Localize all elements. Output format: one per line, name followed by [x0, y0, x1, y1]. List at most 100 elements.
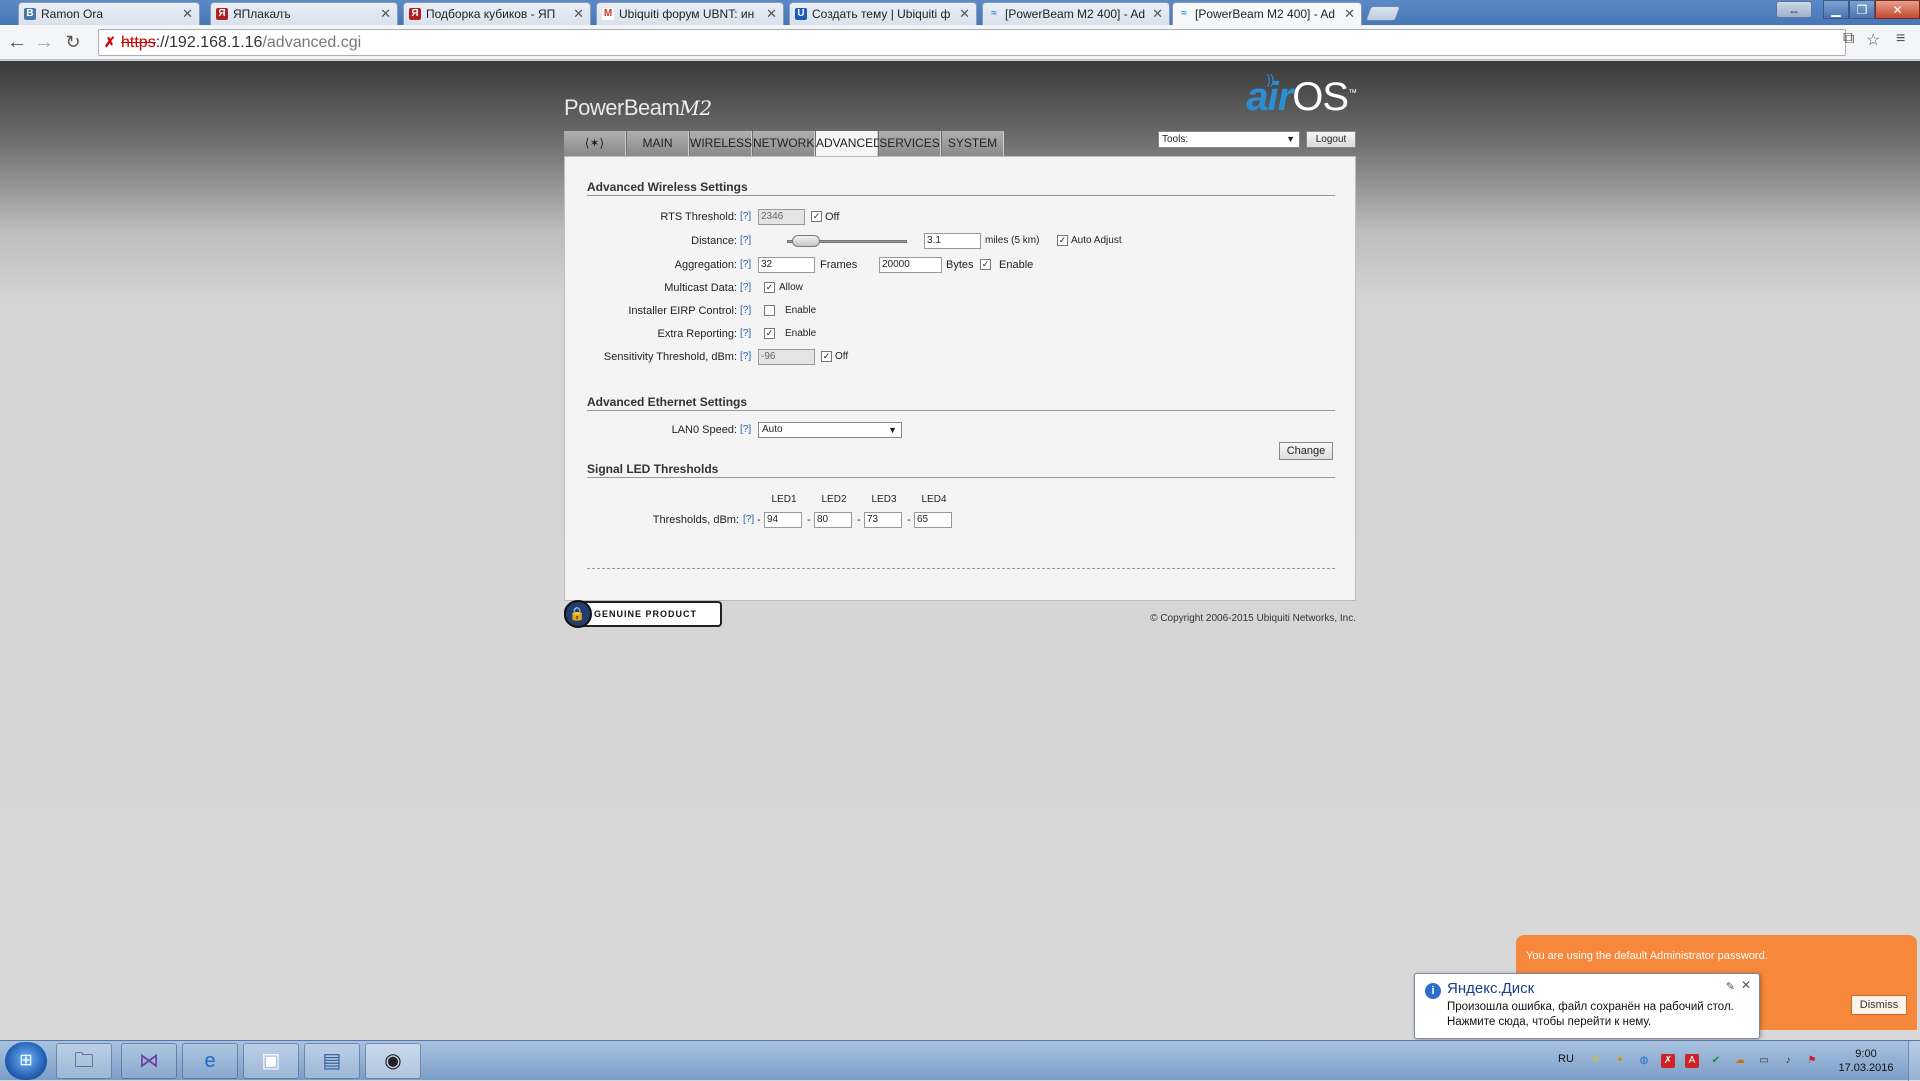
help-link[interactable]: [?]	[740, 328, 751, 339]
forward-arrow-icon[interactable]: →	[33, 31, 55, 53]
cmd-icon[interactable]: ▣	[243, 1043, 299, 1079]
change-button[interactable]: Change	[1279, 442, 1333, 460]
help-link[interactable]: [?]	[740, 424, 751, 435]
ubnt-home-tab[interactable]: ⟨✶⟩	[564, 131, 626, 156]
help-link[interactable]: [?]	[740, 259, 751, 270]
help-link[interactable]: [?]	[740, 282, 751, 293]
menu-icon[interactable]: ≡	[1896, 30, 1905, 48]
browser-tab[interactable]: Я Подборка кубиков - ЯП ✕	[403, 2, 591, 25]
dash-sep: -	[857, 514, 861, 526]
yandex-disk-balloon[interactable]: i Яндекс.Диск Произошла ошибка, файл сох…	[1414, 973, 1760, 1039]
new-tab-button[interactable]	[1365, 6, 1401, 21]
browser-tab[interactable]: Я ЯПлакалъ ✕	[210, 2, 398, 25]
led2-threshold-input[interactable]: 80	[814, 512, 852, 528]
folder-icon[interactable]: 🗀	[56, 1043, 112, 1079]
internet-explorer-icon[interactable]: e	[182, 1043, 238, 1079]
aggregation-enable-checkbox[interactable]: ✓	[980, 259, 991, 270]
tab-close-icon[interactable]: ✕	[1344, 6, 1355, 22]
tab-wireless[interactable]: WIRELESS	[690, 131, 752, 156]
close-window-button[interactable]: ✕	[1875, 0, 1920, 19]
browser-tab[interactable]: M Ubiquiti форум UBNT: ин ✕	[596, 2, 784, 25]
sensitivity-input[interactable]: -96	[758, 349, 815, 365]
wifi-favicon-icon: ≈	[1181, 8, 1187, 19]
pin-icon[interactable]: ✎	[1726, 980, 1735, 993]
back-arrow-icon[interactable]: ←	[6, 31, 28, 53]
start-button[interactable]: ⊞	[5, 1042, 47, 1080]
tab-main[interactable]: MAIN	[627, 131, 689, 156]
led3-threshold-input[interactable]: 73	[864, 512, 902, 528]
switch-user-icon[interactable]: ⇔	[1776, 1, 1812, 18]
tab-close-icon[interactable]: ✕	[380, 6, 391, 22]
tab-label: Ubiquiti форум UBNT: ин	[619, 7, 755, 21]
browser-tab-active[interactable]: ≈ [PowerBeam M2 400] - Ad ✕	[1172, 2, 1362, 25]
app-tray-icon[interactable]: ✗	[1661, 1054, 1675, 1068]
image-viewer-icon[interactable]: ▤	[304, 1043, 360, 1079]
led1-threshold-input[interactable]: 94	[764, 512, 802, 528]
sensitivity-off-checkbox[interactable]: ✓	[821, 351, 832, 362]
aggregation-frames-input[interactable]: 32	[758, 257, 815, 273]
distance-slider-handle[interactable]	[791, 235, 820, 247]
balloon-title: Яндекс.Диск	[1447, 980, 1535, 997]
tools-dropdown[interactable]: Tools: ▼	[1158, 131, 1300, 148]
yandex-disk-tray-icon[interactable]: ☁	[1733, 1054, 1747, 1068]
browser-tab[interactable]: В Ramon Ora ✕	[18, 2, 200, 25]
wireless-section-title: Advanced Wireless Settings	[587, 180, 1335, 196]
insecure-lock-icon: ✗	[104, 34, 116, 50]
network-tray-icon[interactable]: ◍	[1637, 1054, 1651, 1068]
tab-label: Создать тему | Ubiquiti ф	[812, 7, 951, 21]
tab-advanced[interactable]: ADVANCED	[816, 131, 882, 157]
multicast-allow-checkbox[interactable]: ✓	[764, 282, 775, 293]
dismiss-button[interactable]: Dismiss	[1851, 995, 1907, 1015]
tools-tray-icon[interactable]: ✦	[1613, 1054, 1627, 1068]
tab-close-icon[interactable]: ✕	[959, 6, 970, 22]
led4-threshold-input[interactable]: 65	[914, 512, 952, 528]
tab-system[interactable]: SYSTEM	[942, 131, 1004, 156]
tab-close-icon[interactable]: ✕	[182, 6, 193, 22]
help-link[interactable]: [?]	[743, 514, 754, 525]
dropdown-arrow-icon: ▼	[1286, 134, 1295, 144]
extra-reporting-checkbox[interactable]: ✓	[764, 328, 775, 339]
volume-icon[interactable]: ♪	[1781, 1054, 1795, 1068]
pen-tray-icon[interactable]: ✎	[1589, 1054, 1603, 1068]
rts-off-checkbox[interactable]: ✓	[811, 211, 822, 222]
reload-icon[interactable]: ↻	[62, 31, 84, 53]
translate-icon[interactable]: ⧉	[1843, 30, 1854, 48]
browser-tab[interactable]: ≈ [PowerBeam M2 400] - Ad ✕	[982, 2, 1170, 25]
tab-close-icon[interactable]: ✕	[573, 6, 584, 22]
bytes-label: Bytes	[946, 259, 974, 271]
show-desktop-button[interactable]	[1908, 1041, 1920, 1081]
tab-label: [PowerBeam M2 400] - Ad	[1195, 7, 1336, 21]
dash-sep: -	[757, 514, 761, 526]
help-link[interactable]: [?]	[740, 211, 751, 222]
display-tray-icon[interactable]: ▭	[1757, 1054, 1771, 1068]
dash-sep: -	[807, 514, 811, 526]
tab-services[interactable]: SERVICES	[879, 131, 941, 156]
aggregation-bytes-input[interactable]: 20000	[879, 257, 942, 273]
minimize-window-button[interactable]: ▁	[1823, 0, 1849, 19]
browser-tab[interactable]: U Создать тему | Ubiquiti ф ✕	[789, 2, 977, 25]
auto-adjust-checkbox[interactable]: ✓	[1057, 235, 1068, 246]
chrome-icon[interactable]: ◉	[365, 1043, 421, 1079]
language-indicator[interactable]: RU	[1558, 1053, 1574, 1065]
help-link[interactable]: [?]	[740, 305, 751, 316]
distance-input[interactable]: 3.1	[924, 233, 981, 249]
eirp-enable-checkbox[interactable]	[764, 305, 775, 316]
tab-close-icon[interactable]: ✕	[1152, 6, 1163, 22]
security-tray-icon[interactable]: ✔	[1709, 1054, 1723, 1068]
logout-button[interactable]: Logout	[1306, 131, 1356, 148]
bookmark-star-icon[interactable]: ☆	[1866, 30, 1880, 50]
visual-studio-icon[interactable]: ⋈	[121, 1043, 177, 1079]
clock[interactable]: 9:00 17.03.2016	[1832, 1047, 1900, 1075]
address-bar[interactable]: ✗ https://192.168.1.16/advanced.cgi	[98, 29, 1846, 56]
help-link[interactable]: [?]	[740, 351, 751, 362]
flag-tray-icon[interactable]: ⚑	[1805, 1054, 1819, 1068]
maximize-window-button[interactable]: ❐	[1849, 0, 1875, 19]
lan0-speed-select[interactable]: Auto ▼	[758, 422, 902, 438]
rts-threshold-input[interactable]: 2346	[758, 209, 805, 225]
acrobat-tray-icon[interactable]: A	[1685, 1054, 1699, 1068]
tab-network[interactable]: NETWORK	[753, 131, 815, 156]
tab-close-icon[interactable]: ✕	[766, 6, 777, 22]
balloon-close-icon[interactable]: ✕	[1741, 978, 1751, 992]
url-path: /advanced.cgi	[262, 34, 362, 51]
help-link[interactable]: [?]	[740, 235, 751, 246]
